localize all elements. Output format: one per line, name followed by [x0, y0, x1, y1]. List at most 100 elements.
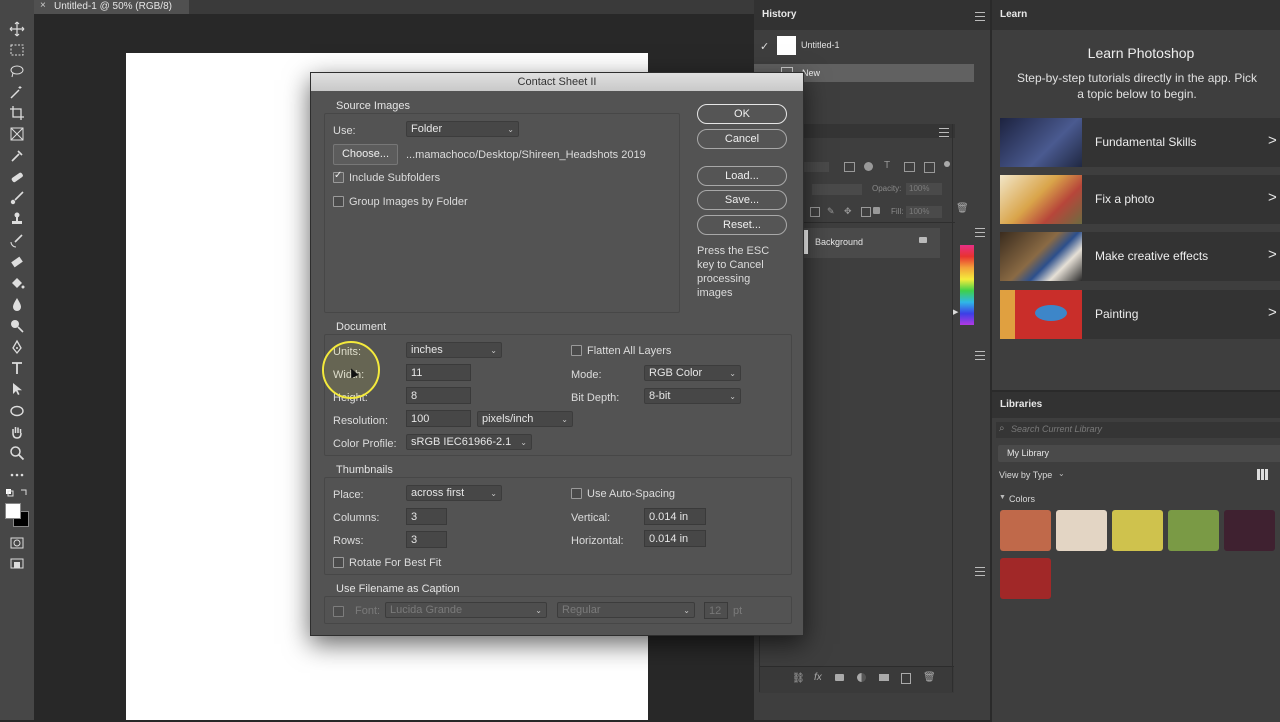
view-by-select[interactable]: View by Type: [999, 470, 1052, 480]
marquee-tool-icon[interactable]: [9, 42, 25, 58]
caption-font-select[interactable]: Lucida Grande ⌄: [385, 602, 547, 618]
color-swatch[interactable]: [1112, 510, 1163, 551]
quick-mask-icon[interactable]: [9, 535, 25, 551]
rows-field[interactable]: 3: [406, 531, 447, 548]
move-tool-icon[interactable]: [9, 21, 25, 37]
type-tool-icon[interactable]: [9, 360, 25, 376]
filter-shape-icon[interactable]: [904, 162, 915, 172]
tutorial-painting[interactable]: Painting >: [1000, 290, 1280, 339]
resolution-field[interactable]: 100: [406, 410, 471, 427]
caption-style-select[interactable]: Regular ⌄: [557, 602, 695, 618]
lock-transparent-icon[interactable]: [810, 207, 820, 217]
color-spectrum-bar[interactable]: [960, 245, 974, 325]
eyedropper-tool-icon[interactable]: [9, 148, 25, 164]
add-mask-icon[interactable]: [835, 674, 844, 681]
color-swatch[interactable]: [1224, 510, 1275, 551]
layers-trash-icon[interactable]: 🗑: [956, 203, 969, 214]
library-select[interactable]: My Library: [998, 445, 1280, 462]
lock-pixels-icon[interactable]: ✎: [827, 206, 835, 217]
lock-position-icon[interactable]: ✥: [844, 206, 852, 217]
caption-size-field[interactable]: 12: [704, 602, 728, 619]
layers-panel-menu-icon[interactable]: [939, 128, 949, 137]
bit-depth-select[interactable]: 8-bit ⌄: [644, 388, 741, 404]
eraser-tool-icon[interactable]: [9, 254, 25, 270]
cancel-button[interactable]: Cancel: [697, 129, 787, 149]
foreground-color-swatch[interactable]: [5, 503, 21, 519]
ok-button[interactable]: OK: [697, 104, 787, 124]
clone-stamp-tool-icon[interactable]: [9, 211, 25, 227]
paint-bucket-tool-icon[interactable]: [9, 275, 25, 291]
mode-select[interactable]: RGB Color ⌄: [644, 365, 741, 381]
history-item-snapshot[interactable]: ✓ Untitled-1: [754, 30, 974, 62]
place-select[interactable]: across first ⌄: [406, 485, 502, 501]
layer-style-icon[interactable]: fx: [814, 672, 822, 683]
group-by-folder-checkbox[interactable]: [333, 196, 344, 207]
link-layers-icon[interactable]: ⛓: [792, 673, 805, 684]
hand-tool-icon[interactable]: [9, 424, 25, 440]
adjustments-panel-menu-icon[interactable]: [975, 351, 985, 360]
close-tab-icon[interactable]: ×: [40, 0, 46, 11]
use-select[interactable]: Folder ⌄: [406, 121, 519, 137]
lasso-tool-icon[interactable]: [9, 63, 25, 79]
color-swatch[interactable]: [1168, 510, 1219, 551]
learn-tab[interactable]: Learn: [1000, 9, 1027, 20]
path-selection-tool-icon[interactable]: [9, 381, 25, 397]
color-profile-select[interactable]: sRGB IEC61966-2.1 ⌄: [406, 434, 532, 450]
columns-field[interactable]: 3: [406, 508, 447, 525]
library-search-input[interactable]: ⌕ Search Current Library: [996, 422, 1280, 438]
include-subfolders-checkbox[interactable]: [333, 170, 344, 183]
height-field[interactable]: 8: [406, 387, 471, 404]
ellipse-tool-icon[interactable]: [9, 403, 25, 419]
blur-tool-icon[interactable]: [9, 296, 25, 312]
color-swatch[interactable]: [1000, 558, 1051, 599]
auto-spacing-checkbox[interactable]: [571, 488, 582, 499]
color-swatch[interactable]: [1000, 510, 1051, 551]
new-group-icon[interactable]: [879, 674, 889, 681]
healing-brush-tool-icon[interactable]: [9, 169, 25, 185]
history-brush-tool-icon[interactable]: [9, 233, 25, 249]
color-swatch[interactable]: [1056, 510, 1107, 551]
history-tab[interactable]: History: [762, 9, 796, 20]
history-panel-menu-icon[interactable]: [975, 12, 985, 21]
grid-view-icon[interactable]: [1257, 469, 1268, 480]
adjustment-layer-icon[interactable]: [857, 673, 866, 682]
horizontal-field[interactable]: 0.014 in: [644, 530, 706, 547]
tutorial-make-creative-effects[interactable]: Make creative effects >: [1000, 232, 1280, 281]
brush-tool-icon[interactable]: [9, 190, 25, 206]
screen-mode-icon[interactable]: [9, 556, 25, 572]
choose-button[interactable]: Choose...: [333, 144, 398, 165]
default-colors-icon[interactable]: [5, 488, 29, 498]
delete-layer-icon[interactable]: 🗑: [923, 672, 936, 683]
filter-type-icon[interactable]: T: [884, 160, 890, 171]
opacity-field[interactable]: 100%: [906, 183, 942, 195]
tutorial-fix-a-photo[interactable]: Fix a photo >: [1000, 175, 1280, 224]
lock-all-icon[interactable]: [873, 207, 880, 214]
reset-button[interactable]: Reset...: [697, 215, 787, 235]
fill-field[interactable]: 100%: [906, 206, 942, 218]
vertical-field[interactable]: 0.014 in: [644, 508, 706, 525]
filter-adjustment-icon[interactable]: [864, 162, 873, 171]
load-button[interactable]: Load...: [697, 166, 787, 186]
tutorial-fundamental-skills[interactable]: Fundamental Skills >: [1000, 118, 1280, 167]
libraries-tab[interactable]: Libraries: [1000, 399, 1042, 410]
blend-mode-select[interactable]: [812, 184, 862, 195]
magic-wand-tool-icon[interactable]: [9, 84, 25, 100]
frame-tool-icon[interactable]: [9, 126, 25, 142]
flatten-layers-checkbox[interactable]: [571, 345, 582, 356]
filter-kind-select[interactable]: [804, 162, 829, 172]
dodge-tool-icon[interactable]: [9, 318, 25, 334]
lock-artboard-icon[interactable]: [861, 207, 871, 217]
rotate-best-fit-checkbox[interactable]: [333, 557, 344, 568]
zoom-tool-icon[interactable]: [9, 445, 25, 461]
more-tools-icon[interactable]: [9, 467, 25, 483]
filter-toggle-icon[interactable]: [944, 161, 950, 167]
resolution-unit-select[interactable]: pixels/inch ⌄: [477, 411, 573, 427]
filter-pixel-icon[interactable]: [844, 162, 855, 172]
layer-row-background[interactable]: Background: [802, 228, 940, 258]
filter-smart-object-icon[interactable]: [924, 162, 935, 173]
crop-tool-icon[interactable]: [9, 105, 25, 121]
new-layer-icon[interactable]: [901, 673, 911, 684]
units-select[interactable]: inches ⌄: [406, 342, 502, 358]
caption-checkbox[interactable]: [333, 606, 344, 617]
paths-panel-menu-icon[interactable]: [975, 567, 985, 576]
